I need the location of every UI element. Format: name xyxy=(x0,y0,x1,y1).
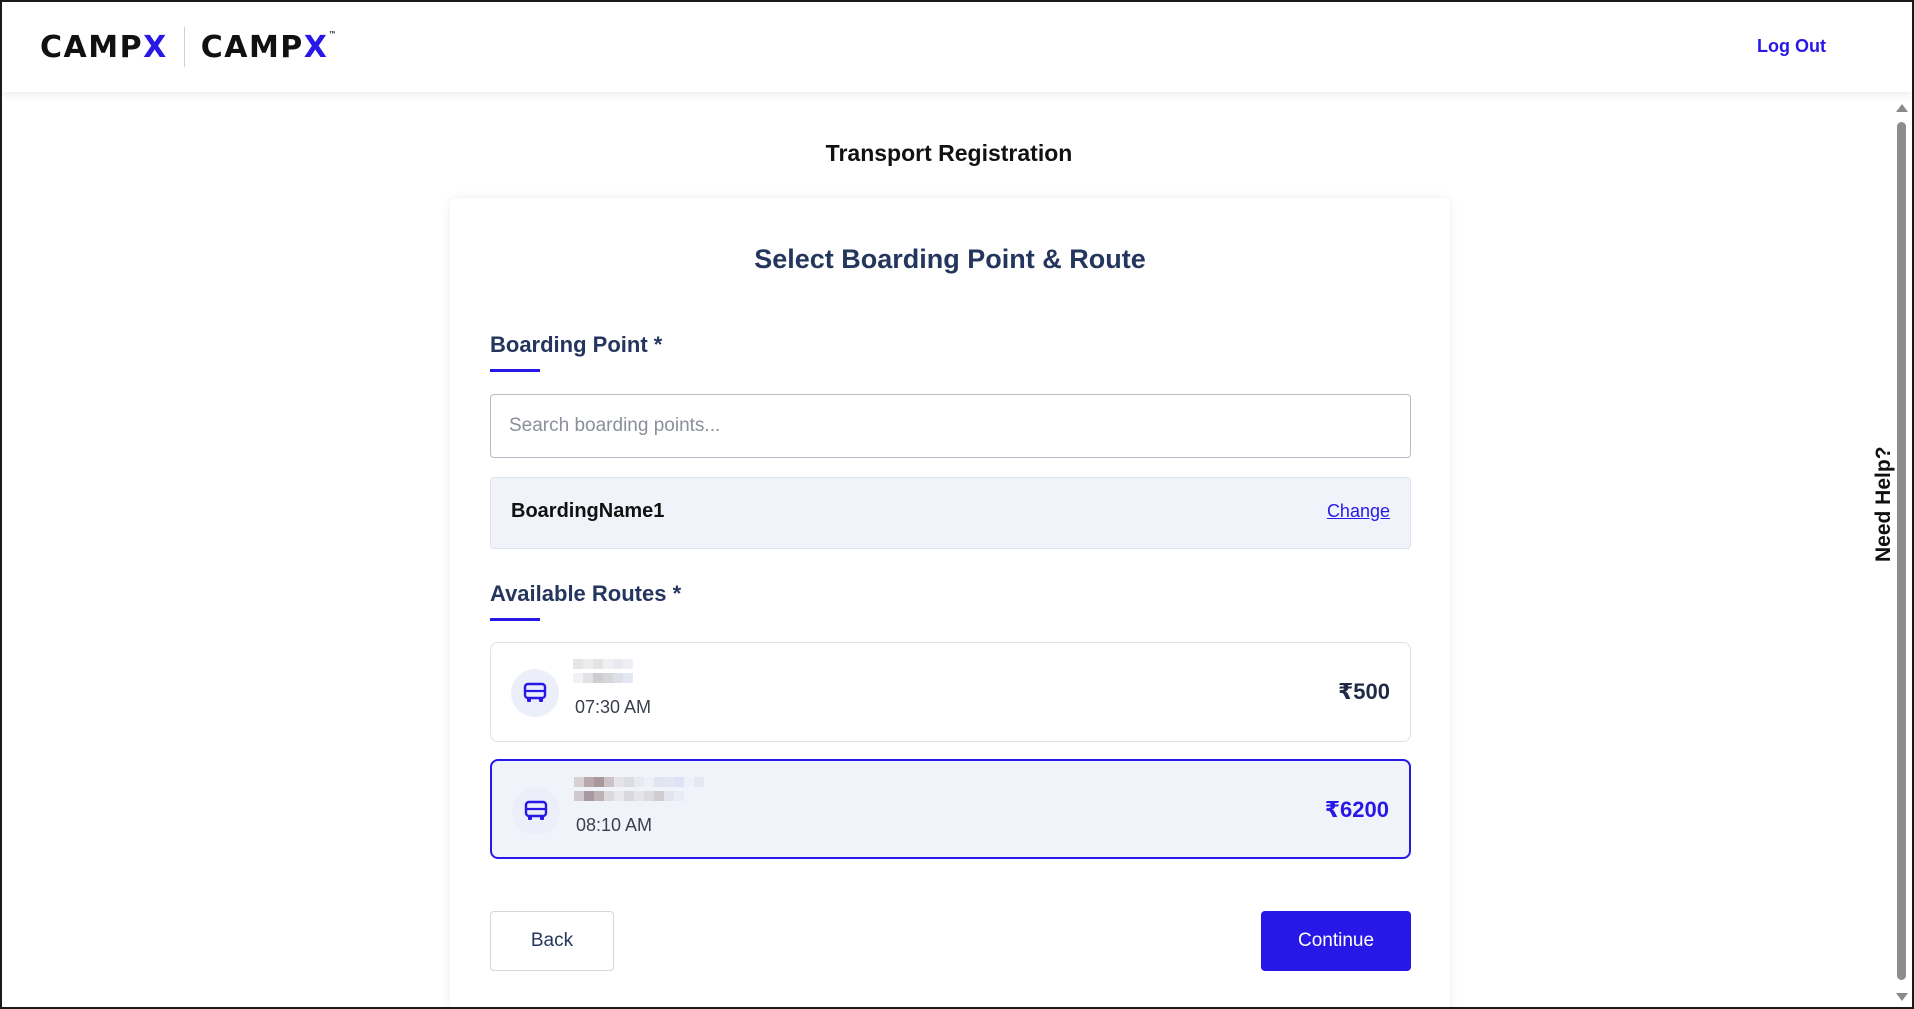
back-button[interactable]: Back xyxy=(490,911,614,971)
change-boarding-link[interactable]: Change xyxy=(1327,501,1390,522)
boarding-point-label: Boarding Point * xyxy=(490,332,663,357)
route-name-redacted xyxy=(573,659,645,687)
logo: CAMPX CAMPX™ xyxy=(40,27,338,67)
continue-button[interactable]: Continue xyxy=(1261,911,1411,971)
card-title: Select Boarding Point & Route xyxy=(754,244,1146,274)
boarding-search-input[interactable] xyxy=(490,394,1411,458)
route-option-selected[interactable]: 08:10 AM ₹6200 xyxy=(490,759,1411,859)
bus-icon-svg xyxy=(524,800,548,820)
route-option[interactable]: 07:30 AM ₹500 xyxy=(490,642,1411,742)
bus-icon xyxy=(511,669,559,717)
scroll-up-icon[interactable] xyxy=(1896,104,1908,112)
boarding-route-card: Select Boarding Point & Route Boarding P… xyxy=(450,198,1450,1007)
scroll-thumb[interactable] xyxy=(1897,122,1906,980)
top-header: CAMPX CAMPX™ Log Out xyxy=(2,2,1912,92)
selected-boarding-point: BoardingName1 Change xyxy=(490,477,1411,549)
bus-icon xyxy=(512,787,560,835)
available-routes-label: Available Routes * xyxy=(490,581,682,606)
route-name-redacted xyxy=(574,777,734,805)
route-time: 07:30 AM xyxy=(575,697,652,717)
logout-link[interactable]: Log Out xyxy=(1757,36,1826,57)
selected-boarding-name: BoardingName1 xyxy=(511,500,665,522)
available-routes-underline xyxy=(490,618,540,621)
logo-secondary: CAMPX™ xyxy=(200,29,338,65)
scroll-down-icon[interactable] xyxy=(1896,993,1908,1001)
route-price: ₹500 xyxy=(1337,679,1390,704)
page-title: Transport Registration xyxy=(825,140,1073,166)
boarding-point-underline xyxy=(490,369,540,372)
logo-divider xyxy=(183,27,185,67)
route-time: 08:10 AM xyxy=(576,815,653,835)
app-window: CAMPX CAMPX™ Log Out Transport Registrat… xyxy=(0,0,1914,1009)
route-price: ₹6200 xyxy=(1324,797,1389,822)
page-scrollbar[interactable] xyxy=(1892,96,1912,1007)
logo-primary: CAMPX xyxy=(40,29,168,65)
bus-icon-svg xyxy=(523,682,547,702)
